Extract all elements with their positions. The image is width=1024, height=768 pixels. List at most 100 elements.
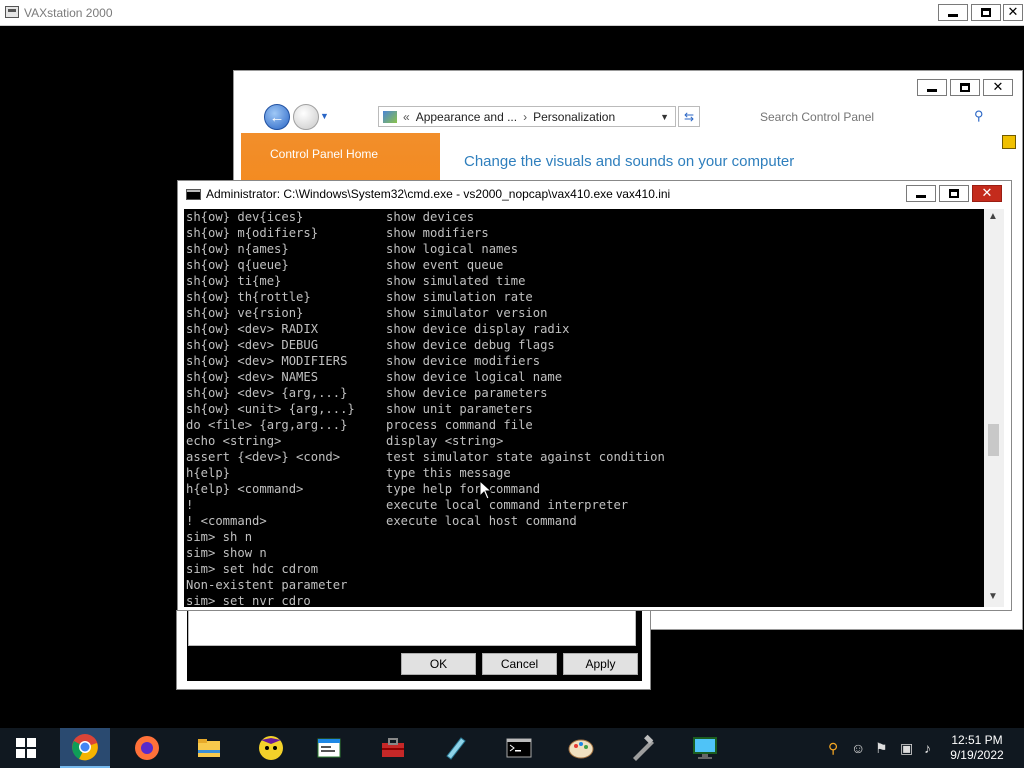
scroll-thumb[interactable] xyxy=(988,424,999,456)
cmd-maximize-button[interactable] xyxy=(939,185,969,202)
help-command: sh{ow} dev{ices} xyxy=(186,210,304,224)
cmd-title: Administrator: C:\Windows\System32\cmd.e… xyxy=(206,187,671,201)
console-help-line: sh{ow} ti{me} show simulated time xyxy=(186,273,984,289)
recent-pages-dropdown-icon[interactable]: ▼ xyxy=(320,111,329,121)
cmd-close-button[interactable]: ✕ xyxy=(972,185,1002,202)
console-help-line: sh{ow} <dev> MODIFIERS show device modifi… xyxy=(186,353,984,369)
document-icon xyxy=(317,738,341,758)
console-help-line: sh{ow} th{rottle} show simulation rate xyxy=(186,289,984,305)
console-session-line: sim> set nvr cdro xyxy=(186,594,311,607)
help-command: sh{ow} th{rottle} xyxy=(186,290,311,304)
help-command: h{elp} <command> xyxy=(186,482,304,496)
help-command: h{elp} xyxy=(186,466,231,480)
help-command: ! xyxy=(186,498,194,512)
ok-button[interactable]: OK xyxy=(401,653,476,675)
help-description: show logical names xyxy=(386,242,519,256)
messenger-tray-icon[interactable]: ☺ xyxy=(851,740,865,756)
vaxstation-title-bar: VAXstation 2000 ✕ xyxy=(0,0,1024,26)
help-description: show simulator version xyxy=(386,306,548,320)
help-command: sh{ow} <unit> {arg,...} xyxy=(186,402,355,416)
refresh-button[interactable]: ⇆ xyxy=(678,106,700,127)
help-command: do <file> {arg,arg...} xyxy=(186,418,348,432)
dialog-field-area xyxy=(188,610,636,646)
breadcrumb-appearance[interactable]: Appearance and ... xyxy=(416,110,517,124)
vax-maximize-button[interactable] xyxy=(971,4,1001,21)
help-description: show unit parameters xyxy=(386,402,533,416)
cp-maximize-button[interactable] xyxy=(950,79,980,96)
network-icon[interactable]: ▣ xyxy=(900,740,913,757)
help-command: sh{ow} <dev> {arg,...} xyxy=(186,386,348,400)
volume-icon[interactable]: ♪ xyxy=(924,740,931,756)
taskbar-notepad[interactable] xyxy=(304,728,354,768)
vax-minimize-button[interactable] xyxy=(938,4,968,21)
taskbar-yahoo[interactable] xyxy=(246,728,296,768)
search-input[interactable] xyxy=(754,106,994,127)
back-arrow-icon: ← xyxy=(269,108,285,126)
forward-button[interactable] xyxy=(293,104,319,130)
search-tray-icon[interactable]: ⚲ xyxy=(828,740,838,757)
cancel-button[interactable]: Cancel xyxy=(482,653,557,675)
taskbar-paint[interactable] xyxy=(556,728,606,768)
cp-close-button[interactable]: ✕ xyxy=(983,79,1013,96)
maximize-icon xyxy=(960,83,970,92)
help-command: assert {<dev>} <cond> xyxy=(186,450,341,464)
clock[interactable]: 12:51 PM 9/19/2022 xyxy=(945,733,1009,763)
cmd-minimize-button[interactable] xyxy=(906,185,936,202)
yahoo-messenger-icon xyxy=(259,736,283,760)
editor-icon xyxy=(446,737,466,760)
taskbar-firefox[interactable] xyxy=(122,728,172,768)
start-button[interactable] xyxy=(0,728,52,768)
vertical-scrollbar[interactable]: ▲ ▼ xyxy=(984,209,1004,607)
windows-logo-icon xyxy=(16,738,36,758)
console-help-line: sh{ow} dev{ices} show devices xyxy=(186,209,984,225)
taskbar-editor[interactable] xyxy=(430,728,480,768)
console-output[interactable]: sh{ow} dev{ices} show devices sh{ow} m{odi… xyxy=(184,209,984,607)
taskbar-command-prompt[interactable] xyxy=(494,728,544,768)
console-help-line: sh{ow} <unit> {arg,...} show unit paramet… xyxy=(186,401,984,417)
scroll-up-icon[interactable]: ▲ xyxy=(988,211,998,222)
minimize-icon xyxy=(927,89,937,92)
page-heading: Change the visuals and sounds on your co… xyxy=(464,153,795,170)
flag-icon[interactable]: ⚑ xyxy=(875,740,888,757)
taskbar-file-explorer[interactable] xyxy=(184,728,234,768)
breadcrumb-overflow-icon: « xyxy=(403,109,410,124)
cmd-window: Administrator: C:\Windows\System32\cmd.e… xyxy=(177,180,1012,611)
help-command: sh{ow} ve{rsion} xyxy=(186,306,304,320)
help-description: show simulation rate xyxy=(386,290,533,304)
help-description: show modifiers xyxy=(386,226,489,240)
back-button[interactable]: ← xyxy=(264,104,290,130)
taskbar-tools[interactable] xyxy=(618,728,668,768)
cp-minimize-button[interactable] xyxy=(917,79,947,96)
address-bar[interactable]: « Appearance and ... › Personalization ▼ xyxy=(378,106,676,127)
taskbar-chrome[interactable] xyxy=(60,728,110,768)
taskbar: ⚲ ☺ ⚑ ▣ ♪ 12:51 PM 9/19/2022 xyxy=(0,728,1024,768)
maximize-icon xyxy=(949,189,959,198)
search-icon[interactable]: ⚲ xyxy=(974,108,984,124)
scroll-down-icon[interactable]: ▼ xyxy=(988,591,998,602)
vax-close-button[interactable]: ✕ xyxy=(1003,4,1023,21)
help-description: show device display radix xyxy=(386,322,570,336)
control-panel-icon xyxy=(383,110,397,123)
help-description: process command file xyxy=(386,418,533,432)
help-description: type help for command xyxy=(386,482,541,496)
taskbar-remote-desktop[interactable] xyxy=(680,728,730,768)
control-panel-home-link[interactable]: Control Panel Home xyxy=(270,147,378,161)
breadcrumb-separator-icon: › xyxy=(523,109,528,124)
help-description: execute local command interpreter xyxy=(386,498,629,512)
help-description: show simulated time xyxy=(386,274,526,288)
minimize-icon xyxy=(948,14,958,17)
cmd-title-bar: Administrator: C:\Windows\System32\cmd.e… xyxy=(178,181,1011,207)
help-description: execute local host command xyxy=(386,514,577,528)
breadcrumb-personalization[interactable]: Personalization xyxy=(533,110,615,124)
apply-button[interactable]: Apply xyxy=(563,653,638,675)
help-command: sh{ow} m{odifiers} xyxy=(186,226,319,240)
help-icon[interactable] xyxy=(1002,135,1016,149)
address-dropdown-icon[interactable]: ▼ xyxy=(660,112,669,122)
console-help-line: sh{ow} <dev> NAMES show device logical na… xyxy=(186,369,984,385)
help-command: sh{ow} <dev> DEBUG xyxy=(186,338,319,352)
toolbox-icon xyxy=(382,738,404,757)
vaxstation-title: VAXstation 2000 xyxy=(24,6,113,20)
taskbar-toolbox[interactable] xyxy=(368,728,418,768)
chrome-icon xyxy=(72,734,98,761)
console-session-line: sim> sh n xyxy=(186,530,253,544)
